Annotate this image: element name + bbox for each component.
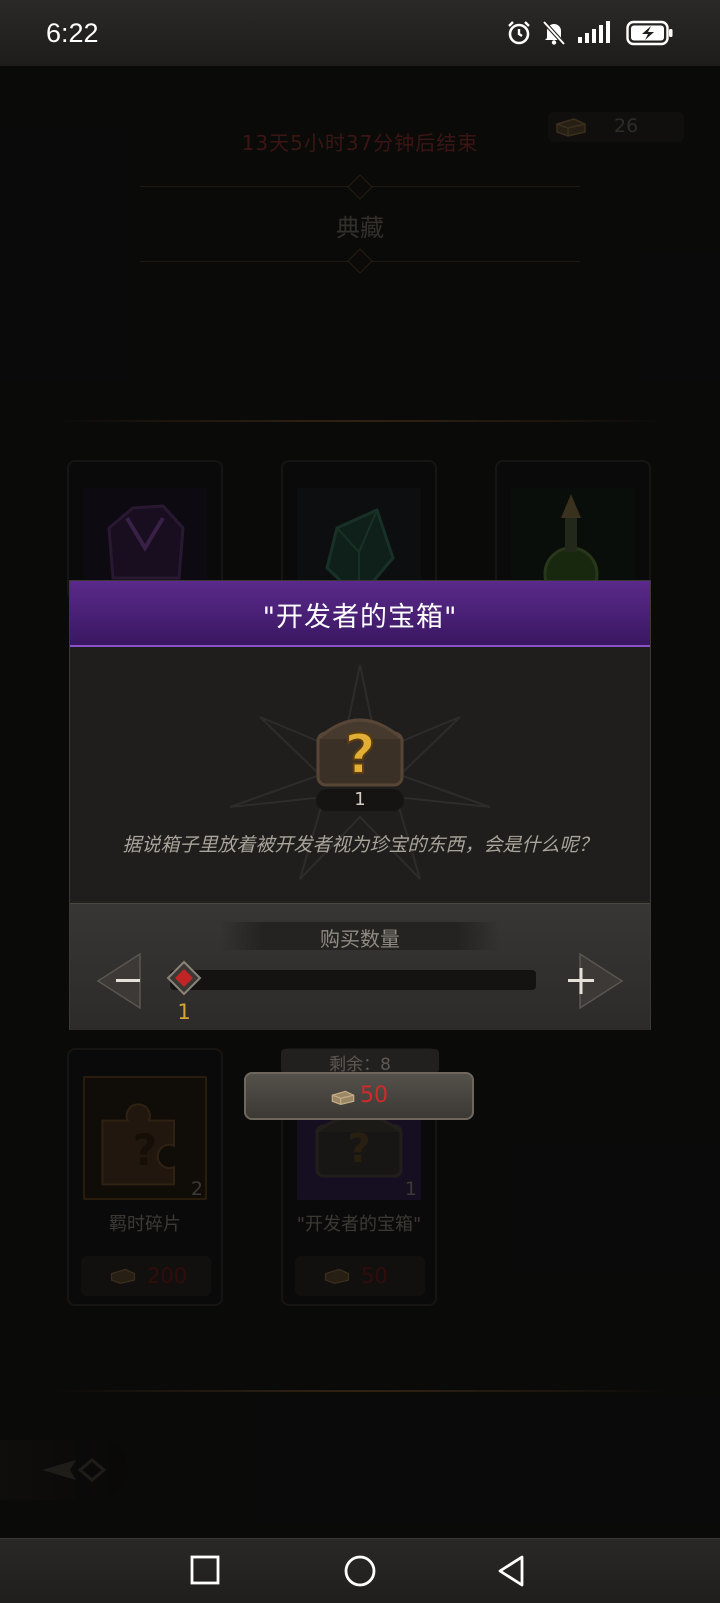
back-icon[interactable] (495, 1554, 527, 1588)
status-time: 6:22 (46, 18, 99, 48)
increase-quantity-button[interactable] (556, 948, 626, 1014)
mute-bell-icon (542, 20, 566, 46)
dialog-title: "开发者的宝箱" (262, 602, 458, 633)
alarm-icon (508, 21, 530, 45)
currency-icon (331, 1090, 355, 1105)
quantity-slider-track[interactable] (170, 970, 536, 990)
quantity-label: 购买数量 (320, 927, 400, 951)
home-icon[interactable] (343, 1554, 377, 1588)
dialog-item-count: 1 (354, 789, 366, 810)
purchase-dialog: "开发者的宝箱" ? 1 据说箱子里放着被开发者视为珍宝的东西，会是什么呢？ 购… (69, 580, 651, 1030)
recent-apps-icon[interactable] (189, 1554, 221, 1586)
signal-icon (578, 21, 610, 43)
item-description: 据说箱子里放着被开发者视为珍宝的东西，会是什么呢？ (122, 834, 598, 856)
chest-icon: ? (316, 718, 404, 787)
decrease-quantity-button[interactable] (94, 948, 164, 1014)
buy-price: 50 (360, 1083, 388, 1108)
quantity-slider-value: 1 (177, 1000, 191, 1024)
status-icons (506, 20, 674, 46)
battery-charging-icon (626, 20, 673, 46)
buy-button[interactable]: 50 (244, 1072, 474, 1120)
svg-text:?: ? (344, 723, 375, 786)
dialog-header: "开发者的宝箱" (70, 581, 650, 647)
quantity-slider-handle[interactable] (166, 960, 202, 996)
quantity-panel: 购买数量 1 (70, 903, 650, 1030)
status-bar: 6:22 (0, 0, 720, 67)
navigation-bar (0, 1538, 720, 1603)
